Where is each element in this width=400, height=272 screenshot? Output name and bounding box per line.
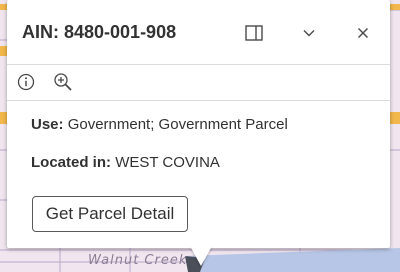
close-button[interactable] (352, 22, 374, 44)
field-located-in: Located in: WEST COVINA (31, 154, 220, 171)
collapse-button[interactable] (298, 22, 320, 44)
map-label-creek: Walnut Creek (88, 253, 188, 268)
zoom-to-button[interactable] (52, 71, 74, 93)
popup-title: AIN: 8480-001-908 (22, 22, 177, 42)
info-icon (17, 73, 35, 91)
popup-header: AIN: 8480-001-908 (7, 0, 390, 65)
dock-button[interactable] (243, 22, 265, 44)
feature-popup: AIN: 8480-001-908 Use: Government; Gover… (7, 0, 390, 248)
zoom-in-icon (54, 73, 72, 91)
popup-toolbar (7, 65, 390, 101)
close-icon (358, 28, 368, 38)
field-value: WEST COVINA (115, 154, 220, 171)
field-label: Use: (31, 116, 64, 133)
info-button[interactable] (15, 71, 37, 93)
field-label: Located in: (31, 154, 112, 171)
get-parcel-detail-button[interactable]: Get Parcel Detail (32, 196, 188, 232)
chevron-down-icon (303, 30, 315, 37)
field-use: Use: Government; Government Parcel (31, 116, 288, 133)
field-value: Government; Government Parcel (67, 116, 288, 133)
popup-pointer (190, 246, 212, 266)
dock-icon (245, 25, 263, 41)
